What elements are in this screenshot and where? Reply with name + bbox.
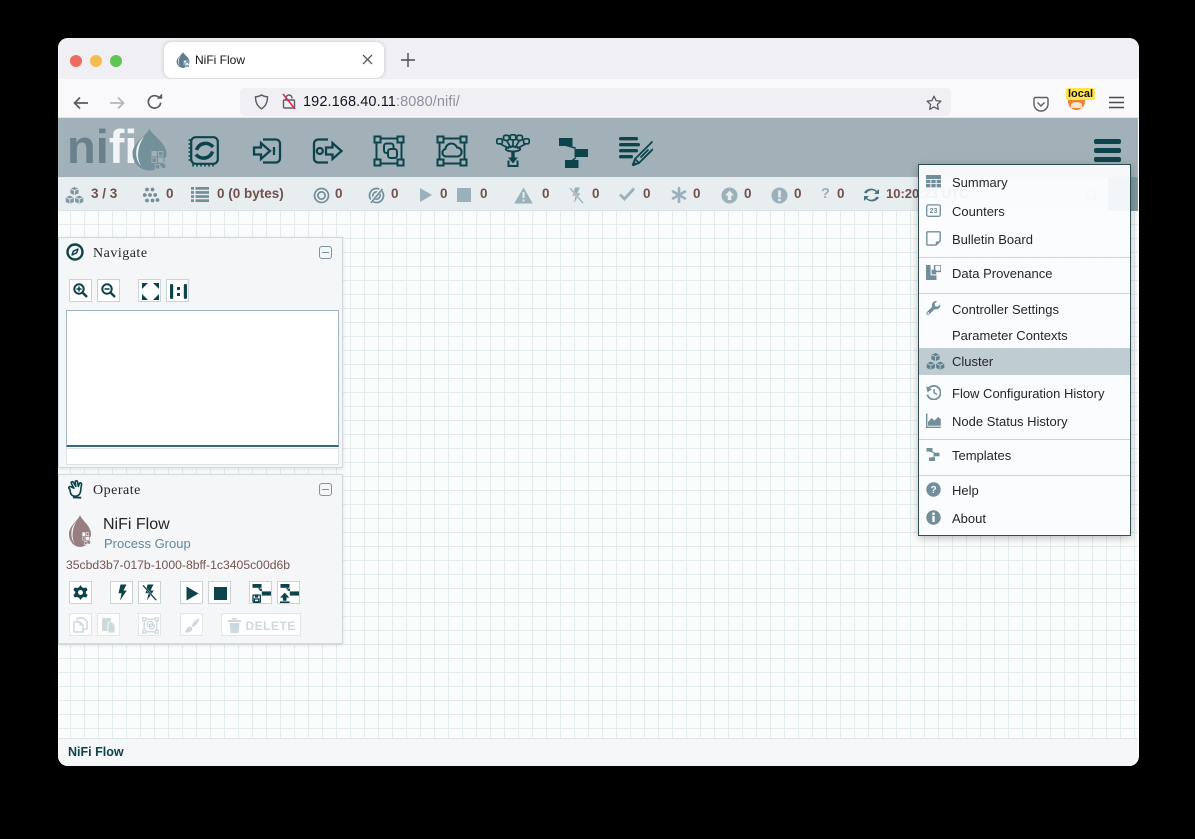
svg-text:23: 23	[930, 208, 938, 215]
svg-text:?: ?	[930, 485, 936, 496]
